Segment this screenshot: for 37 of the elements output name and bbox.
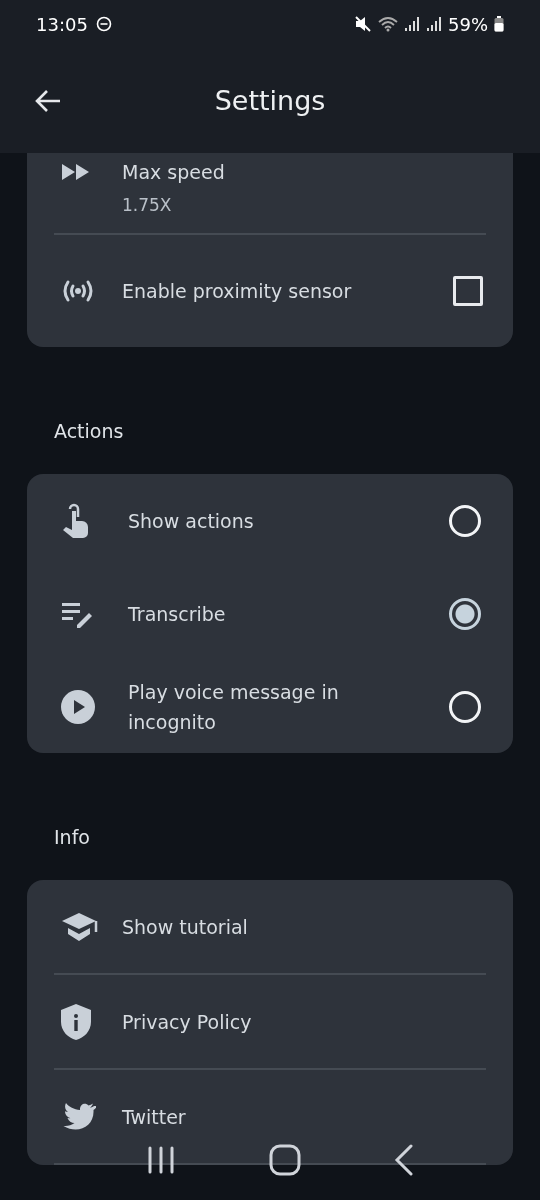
- shield-info-icon: [60, 1002, 92, 1041]
- back-icon[interactable]: [393, 1144, 414, 1176]
- item-title: Enable proximity sensor: [122, 279, 353, 304]
- back-arrow-icon: [34, 88, 62, 113]
- item-title: Twitter: [122, 1104, 187, 1130]
- play-icon: [60, 688, 96, 725]
- section-heading: Actions: [53, 419, 125, 444]
- item-title: Show actions: [128, 508, 255, 534]
- item-title: Play voice message in incognito: [128, 679, 340, 735]
- item-value: 1.75X: [121, 195, 173, 217]
- settings-item[interactable]: Show tutorial: [27, 880, 513, 973]
- battery-percent: 59%: [448, 13, 488, 35]
- settings-item[interactable]: Show actions: [27, 474, 513, 567]
- settings-item[interactable]: Enable proximity sensor: [27, 235, 513, 347]
- checkbox[interactable]: [453, 276, 483, 306]
- graduation-cap-icon: [60, 910, 100, 943]
- settings-item[interactable]: Privacy Policy: [27, 975, 513, 1068]
- screen-title: Settings: [214, 85, 326, 116]
- recent-apps-icon[interactable]: [146, 1146, 177, 1174]
- section-heading: Info: [53, 825, 91, 850]
- wifi-icon: [378, 16, 398, 32]
- settings-item[interactable]: Play voice message in incognito: [27, 660, 513, 753]
- settings-item[interactable]: Max speed 1.75X: [27, 153, 513, 233]
- radio-button[interactable]: [449, 597, 481, 630]
- item-title: Show tutorial: [122, 914, 249, 940]
- signal-icon: [404, 16, 420, 32]
- home-icon[interactable]: [269, 1144, 301, 1176]
- do-not-disturb-icon: [95, 16, 112, 32]
- signal-icon: [426, 16, 442, 32]
- settings-item[interactable]: Transcribe: [27, 567, 513, 660]
- battery-icon: [494, 16, 504, 32]
- item-title: Transcribe: [128, 601, 227, 627]
- item-title: Privacy Policy: [122, 1009, 253, 1035]
- item-title: Max speed: [122, 160, 225, 185]
- settings-item[interactable]: Twitter: [27, 1070, 513, 1163]
- status-time: 13:05: [36, 13, 88, 35]
- mute-icon: [354, 15, 372, 33]
